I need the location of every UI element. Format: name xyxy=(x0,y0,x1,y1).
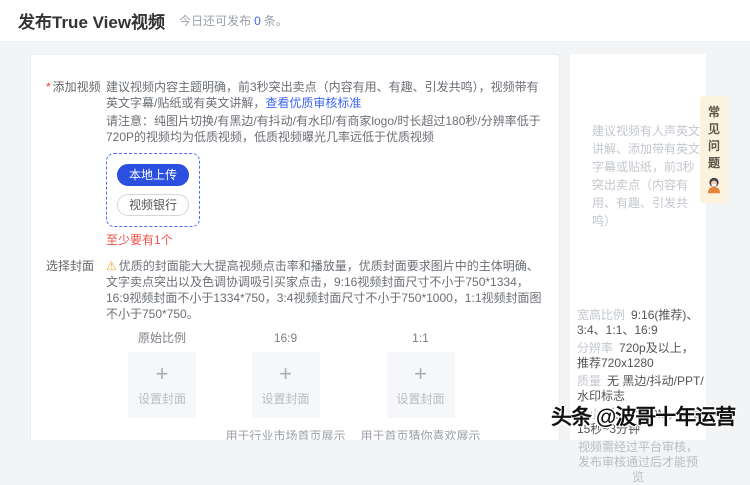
cover-slot-16-9: 16:9 + 设置封面 用于行业市场首页展示 xyxy=(218,330,353,440)
cover-slot-title: 原始比例 xyxy=(106,330,218,346)
spec-resolution: 分辨率720p及以上，推荐720x1280 xyxy=(577,341,704,371)
cover-slot-caption: 用于首页猜你喜欢展示 xyxy=(353,428,488,440)
select-cover-label: 选择封面 xyxy=(31,258,106,440)
quality-standard-link[interactable]: 查看优质审核标准 xyxy=(265,96,361,110)
add-video-content: 建议视频内容主题明确，前3秒突出卖点（内容有用、有趣、引发共鸣），视频带有英文字… xyxy=(106,79,559,258)
add-video-row: *添加视频 建议视频内容主题明确，前3秒突出卖点（内容有用、有趣、引发共鸣），视… xyxy=(31,79,559,258)
select-cover-content: ⚠优质的封面能大大提高视频点击率和播放量，优质封面要求图片中的主体明确、文字卖点… xyxy=(106,258,559,440)
quota-count: 0 xyxy=(254,14,261,28)
set-cover-label: 设置封面 xyxy=(261,391,309,407)
watermark-text: 头条 @波哥十年运营 xyxy=(551,401,735,431)
page-header: 发布True View视频 今日还可发布0条。 xyxy=(0,0,750,42)
required-asterisk: * xyxy=(46,80,51,94)
quota-prefix: 今日还可发布 xyxy=(179,14,251,28)
set-cover-button-1-1[interactable]: + 设置封面 xyxy=(387,352,455,418)
video-guideline-text: 建议视频内容主题明确，前3秒突出卖点（内容有用、有趣、引发共鸣），视频带有英文字… xyxy=(106,79,545,111)
cover-guideline-text: ⚠优质的封面能大大提高视频点击率和播放量，优质封面要求图片中的主体明确、文字卖点… xyxy=(106,258,545,322)
set-cover-label: 设置封面 xyxy=(396,391,444,407)
faq-tab-label: 常见问题 xyxy=(707,104,721,172)
preview-placeholder-text: 建议视频有人声英文讲解、添加带有英文字幕或贴纸，前3秒突出卖点（内容有用、有趣、… xyxy=(592,122,702,230)
cover-slot-grid: 原始比例 + 设置封面 16:9 + 设置封面 用于行业市场首页展示 xyxy=(106,330,545,440)
faq-tab[interactable]: 常见问题 xyxy=(700,96,728,203)
cover-slot-title: 16:9 xyxy=(218,330,353,346)
plus-icon: + xyxy=(414,363,427,385)
select-cover-row: 选择封面 ⚠优质的封面能大大提高视频点击率和播放量，优质封面要求图片中的主体明确… xyxy=(31,258,559,440)
min-video-hint: 至少要有1个 xyxy=(106,232,545,248)
video-bank-button[interactable]: 视频银行 xyxy=(117,194,189,216)
spec-quality: 质量无 黑边/抖动/PPT/水印标志 xyxy=(577,374,704,404)
publish-form-card: *添加视频 建议视频内容主题明确，前3秒突出卖点（内容有用、有趣、引发共鸣），视… xyxy=(30,54,560,440)
review-note: 视频需经过平台审核，发布审核通过后才能预览 xyxy=(574,440,702,485)
cover-slot-caption xyxy=(106,428,218,440)
cover-slot-title: 1:1 xyxy=(353,330,488,346)
set-cover-button-original[interactable]: + 设置封面 xyxy=(128,352,196,418)
cover-slot-original: 原始比例 + 设置封面 xyxy=(106,330,218,440)
cover-slot-caption: 用于行业市场首页展示 xyxy=(218,428,353,440)
page-title: 发布True View视频 xyxy=(18,8,165,33)
plus-icon: + xyxy=(156,363,169,385)
cover-slot-1-1: 1:1 + 设置封面 用于首页猜你喜欢展示 xyxy=(353,330,488,440)
spec-aspect-ratio: 宽高比例9:16(推荐)、3:4、1:1、16:9 xyxy=(577,308,704,338)
add-video-label: *添加视频 xyxy=(31,79,106,258)
low-quality-notice-text: 请注意：纯图片切换/有黑边/有抖动/有水印/有商家logo/时长超过180秒/分… xyxy=(106,113,545,145)
set-cover-label: 设置封面 xyxy=(138,391,186,407)
plus-icon: + xyxy=(279,363,292,385)
service-avatar-icon xyxy=(700,176,728,197)
local-upload-button[interactable]: 本地上传 xyxy=(117,164,189,186)
preview-panel: 建议视频有人声英文讲解、添加带有英文字幕或贴纸，前3秒突出卖点（内容有用、有趣、… xyxy=(570,54,706,440)
daily-quota: 今日还可发布0条。 xyxy=(179,12,288,29)
set-cover-button-16-9[interactable]: + 设置封面 xyxy=(252,352,320,418)
quota-suffix: 条。 xyxy=(264,14,288,28)
warning-icon: ⚠ xyxy=(106,259,117,273)
video-upload-dropzone[interactable]: 本地上传 视频银行 xyxy=(106,153,200,227)
